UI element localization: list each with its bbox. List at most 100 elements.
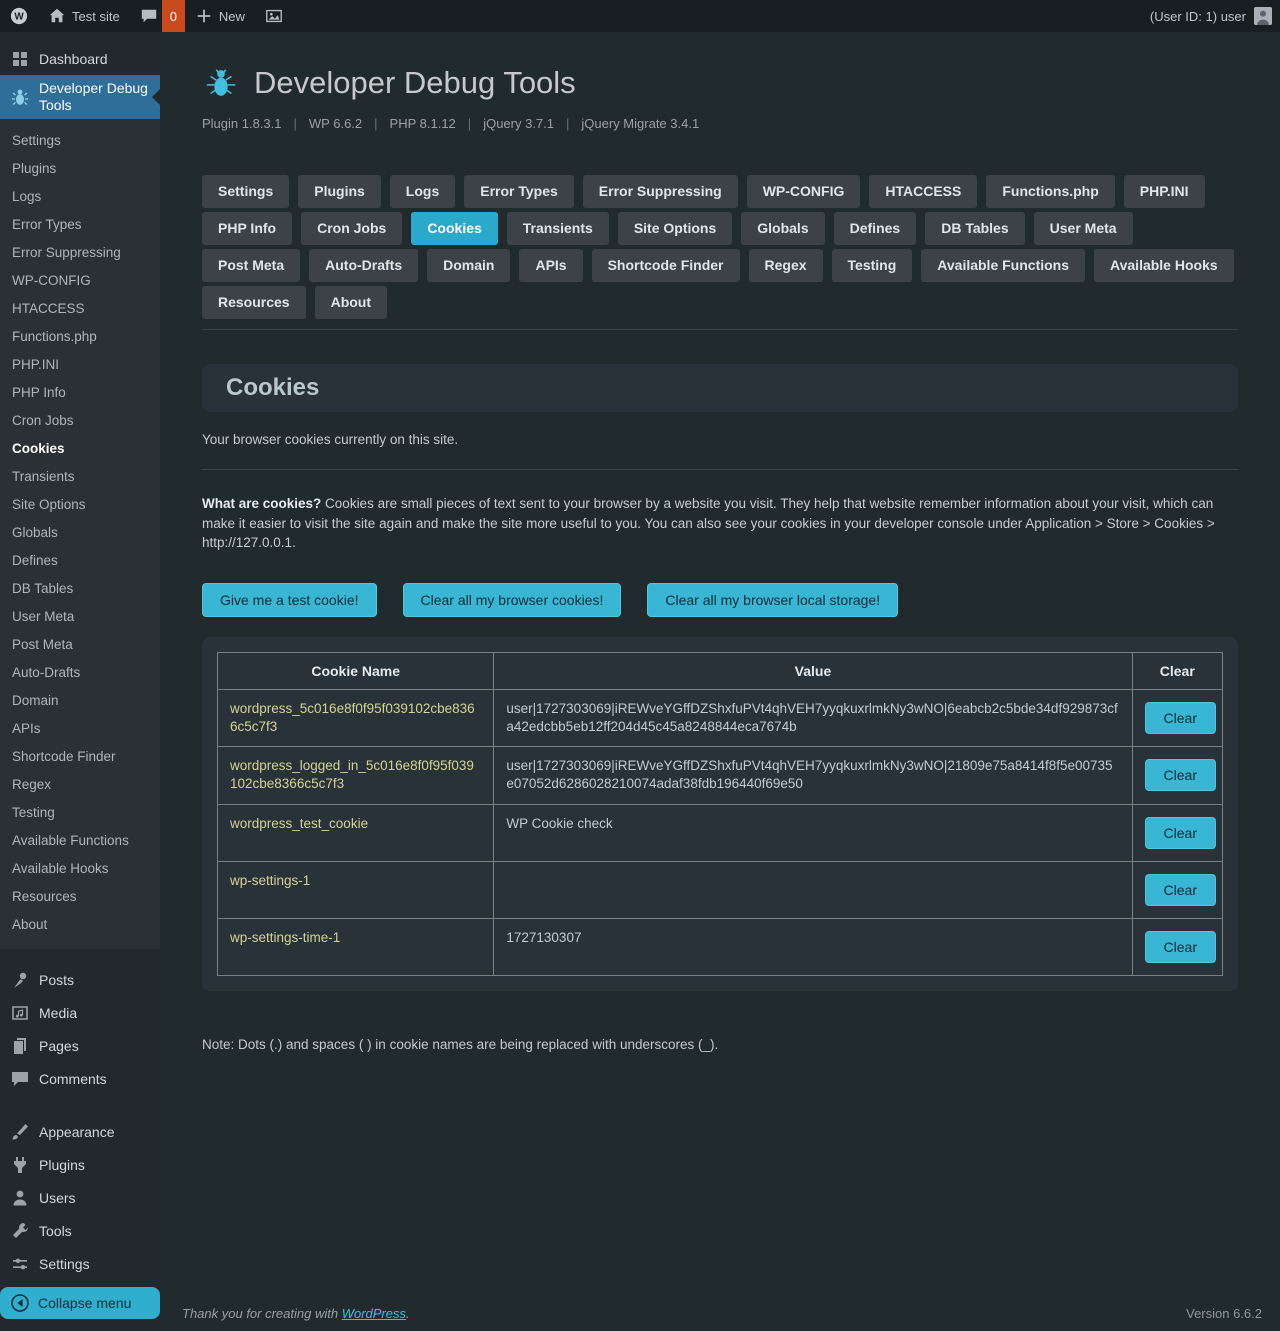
submenu-item-error-suppressing[interactable]: Error Suppressing [0, 239, 160, 267]
sidebar-item-appearance[interactable]: Appearance [0, 1115, 160, 1148]
tab-user-meta[interactable]: User Meta [1034, 212, 1133, 245]
admin-bar-user-area: (User ID: 1) user [1150, 0, 1280, 32]
meta-jquery-migrate-version: jQuery Migrate 3.4.1 [581, 116, 699, 131]
tab-regex[interactable]: Regex [749, 249, 823, 282]
submenu-item-db-tables[interactable]: DB Tables [0, 575, 160, 603]
tab-domain[interactable]: Domain [427, 249, 510, 282]
clear-cookie-button[interactable]: Clear [1145, 759, 1216, 791]
sidebar-item-media[interactable]: Media [0, 996, 160, 1029]
tab-resources[interactable]: Resources [202, 286, 306, 319]
submenu-item-available-functions[interactable]: Available Functions [0, 827, 160, 855]
clear-cookie-button[interactable]: Clear [1145, 931, 1216, 963]
tab-db-tables[interactable]: DB Tables [925, 212, 1024, 245]
submenu-item-php-ini[interactable]: PHP.INI [0, 351, 160, 379]
user-greeting[interactable]: (User ID: 1) user [1150, 9, 1246, 24]
new-content-menu[interactable]: New [185, 0, 255, 32]
tab-available-hooks[interactable]: Available Hooks [1094, 249, 1234, 282]
wordpress-logo-menu[interactable]: W [0, 0, 38, 32]
avatar[interactable] [1254, 7, 1272, 25]
submenu-item-available-hooks[interactable]: Available Hooks [0, 855, 160, 883]
collapse-arrow-icon [10, 1293, 30, 1313]
media-shortcut-menu[interactable] [255, 0, 293, 32]
submenu-item-globals[interactable]: Globals [0, 519, 160, 547]
tab-plugins[interactable]: Plugins [298, 175, 381, 208]
tab-about[interactable]: About [315, 286, 387, 319]
comments-menu[interactable] [130, 0, 162, 32]
submenu-item-post-meta[interactable]: Post Meta [0, 631, 160, 659]
submenu-item-testing[interactable]: Testing [0, 799, 160, 827]
submenu-item-php-info[interactable]: PHP Info [0, 379, 160, 407]
sidebar-item-dashboard[interactable]: Dashboard [0, 42, 160, 75]
submenu-item-logs[interactable]: Logs [0, 183, 160, 211]
submenu-item-apis[interactable]: APIs [0, 715, 160, 743]
tab-testing[interactable]: Testing [832, 249, 913, 282]
sidebar-item-tools[interactable]: Tools [0, 1214, 160, 1247]
page-title: Developer Debug Tools [254, 65, 576, 101]
tab-error-suppressing[interactable]: Error Suppressing [583, 175, 738, 208]
submenu-item-defines[interactable]: Defines [0, 547, 160, 575]
sidebar-item-users[interactable]: Users [0, 1181, 160, 1214]
sidebar-item-developer-debug-tools[interactable]: Developer Debug Tools [0, 75, 160, 119]
comment-count: 0 [170, 9, 177, 24]
clear-cookie-button[interactable]: Clear [1145, 817, 1216, 849]
sidebar-item-posts[interactable]: Posts [0, 963, 160, 996]
tab-wp-config[interactable]: WP-CONFIG [747, 175, 861, 208]
tab-error-types[interactable]: Error Types [464, 175, 574, 208]
submenu-item-regex[interactable]: Regex [0, 771, 160, 799]
table-row: wordpress_test_cookie WP Cookie check Cl… [218, 804, 1223, 861]
clear-cookie-button[interactable]: Clear [1145, 702, 1216, 734]
submenu-item-domain[interactable]: Domain [0, 687, 160, 715]
tab-defines[interactable]: Defines [834, 212, 917, 245]
sidebar-item-pages[interactable]: Pages [0, 1029, 160, 1062]
tab-logs[interactable]: Logs [390, 175, 455, 208]
sidebar-item-settings[interactable]: Settings [0, 1247, 160, 1280]
collapse-menu-label: Collapse menu [38, 1295, 131, 1311]
site-name-menu[interactable]: Test site [38, 0, 130, 32]
submenu-item-cookies[interactable]: Cookies [0, 435, 160, 463]
tab-available-functions[interactable]: Available Functions [921, 249, 1085, 282]
tab-transients[interactable]: Transients [507, 212, 609, 245]
tab-post-meta[interactable]: Post Meta [202, 249, 300, 282]
clear-cookie-button[interactable]: Clear [1145, 874, 1216, 906]
submenu-item-transients[interactable]: Transients [0, 463, 160, 491]
submenu-item-shortcode-finder[interactable]: Shortcode Finder [0, 743, 160, 771]
submenu-item-functions-php[interactable]: Functions.php [0, 323, 160, 351]
sidebar-item-label: Developer Debug Tools [39, 80, 152, 114]
plus-icon [195, 7, 213, 25]
submenu-item-plugins[interactable]: Plugins [0, 155, 160, 183]
clear-browser-cookies-button[interactable]: Clear all my browser cookies! [403, 583, 622, 617]
table-header-row: Cookie Name Value Clear [218, 652, 1223, 689]
tab-php-ini[interactable]: PHP.INI [1124, 175, 1205, 208]
tab-functions-php[interactable]: Functions.php [986, 175, 1114, 208]
comment-count-badge[interactable]: 0 [162, 0, 185, 32]
submenu-item-error-types[interactable]: Error Types [0, 211, 160, 239]
test-cookie-button[interactable]: Give me a test cookie! [202, 583, 377, 617]
sidebar-item-plugins[interactable]: Plugins [0, 1148, 160, 1181]
clear-local-storage-button[interactable]: Clear all my browser local storage! [647, 583, 898, 617]
submenu-item-about[interactable]: About [0, 911, 160, 939]
tab-php-info[interactable]: PHP Info [202, 212, 292, 245]
submenu-item-auto-drafts[interactable]: Auto-Drafts [0, 659, 160, 687]
sidebar-item-label: Dashboard [39, 51, 108, 67]
tab-globals[interactable]: Globals [741, 212, 824, 245]
tab-settings[interactable]: Settings [202, 175, 289, 208]
table-row: wordpress_logged_in_5c016e8f0f95f039102c… [218, 747, 1223, 804]
tab-htaccess[interactable]: HTACCESS [869, 175, 977, 208]
submenu-item-site-options[interactable]: Site Options [0, 491, 160, 519]
tab-cookies[interactable]: Cookies [411, 212, 497, 245]
tab-shortcode-finder[interactable]: Shortcode Finder [592, 249, 740, 282]
submenu-item-cron-jobs[interactable]: Cron Jobs [0, 407, 160, 435]
submenu-item-user-meta[interactable]: User Meta [0, 603, 160, 631]
sidebar-item-comments[interactable]: Comments [0, 1062, 160, 1095]
submenu-item-wp-config[interactable]: WP-CONFIG [0, 267, 160, 295]
submenu-item-htaccess[interactable]: HTACCESS [0, 295, 160, 323]
tab-auto-drafts[interactable]: Auto-Drafts [309, 249, 418, 282]
wordpress-link[interactable]: WordPress [342, 1306, 406, 1321]
cookies-info-text: What are cookies? Cookies are small piec… [202, 494, 1238, 553]
submenu-item-resources[interactable]: Resources [0, 883, 160, 911]
tab-site-options[interactable]: Site Options [618, 212, 732, 245]
collapse-menu-button[interactable]: Collapse menu [0, 1287, 160, 1319]
tab-cron-jobs[interactable]: Cron Jobs [301, 212, 402, 245]
submenu-item-settings[interactable]: Settings [0, 127, 160, 155]
tab-apis[interactable]: APIs [519, 249, 582, 282]
